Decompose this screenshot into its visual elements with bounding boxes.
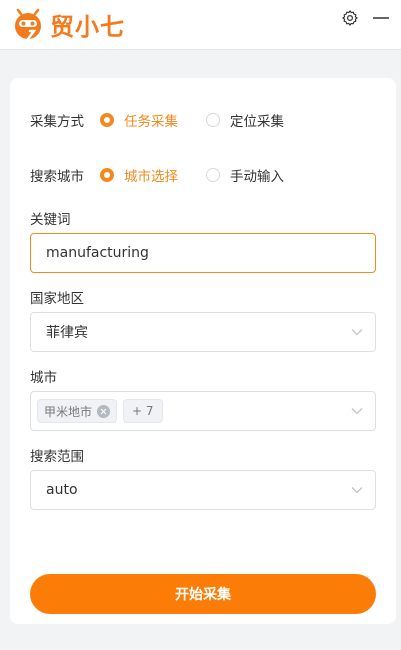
app-title: 贸小七 xyxy=(50,12,125,41)
country-select[interactable]: 菲律宾 xyxy=(30,312,376,352)
chevron-down-icon xyxy=(351,487,363,494)
radio-checked-icon[interactable] xyxy=(100,168,114,182)
range-value: auto xyxy=(46,482,78,498)
range-label: 搜索范围 xyxy=(30,449,84,465)
country-value: 菲律宾 xyxy=(46,325,88,341)
search-city-select-option[interactable]: 城市选择 xyxy=(100,165,178,185)
city-multiselect[interactable]: 甲米地市 + 7 xyxy=(30,391,376,431)
option-label: 城市选择 xyxy=(124,169,178,185)
radio-unchecked-icon[interactable] xyxy=(206,113,220,127)
gear-icon[interactable] xyxy=(341,9,359,27)
city-label: 城市 xyxy=(30,370,57,386)
tag-close-icon[interactable] xyxy=(97,404,111,418)
chevron-down-icon xyxy=(351,408,363,415)
city-tag: 甲米地市 xyxy=(37,399,118,423)
keyword-label: 关键词 xyxy=(30,212,71,228)
range-select[interactable]: auto xyxy=(30,470,376,510)
collect-mode-task-option[interactable]: 任务采集 xyxy=(100,110,178,130)
app-logo: 贸小七 xyxy=(12,4,125,44)
city-more-count: + 7 xyxy=(132,404,154,418)
search-city-label: 搜索城市 xyxy=(30,169,84,185)
city-tag-label: 甲米地市 xyxy=(44,404,93,419)
radio-checked-icon[interactable] xyxy=(100,113,114,127)
top-bar: 贸小七 xyxy=(0,0,401,50)
option-label: 手动输入 xyxy=(230,169,284,185)
minimize-icon[interactable] xyxy=(372,9,390,27)
keyword-input[interactable]: manufacturing xyxy=(30,233,376,273)
country-label: 国家地区 xyxy=(30,291,84,307)
radio-unchecked-icon[interactable] xyxy=(206,168,220,182)
collect-form-card: 采集方式 任务采集 定位采集 搜索城市 城市选择 手动输入 关键词 manufa… xyxy=(10,78,396,624)
collect-mode-label: 采集方式 xyxy=(30,114,84,130)
city-more-tag: + 7 xyxy=(123,399,163,423)
robot-logo-icon xyxy=(15,8,41,40)
search-city-manual-option[interactable]: 手动输入 xyxy=(206,165,284,185)
search-city-row: 搜索城市 城市选择 手动输入 xyxy=(30,165,312,185)
chevron-down-icon xyxy=(351,329,363,336)
start-collect-button[interactable]: 开始采集 xyxy=(30,574,376,614)
option-label: 定位采集 xyxy=(230,114,284,130)
collect-mode-row: 采集方式 任务采集 定位采集 xyxy=(30,110,312,130)
option-label: 任务采集 xyxy=(124,114,178,130)
collect-mode-locate-option[interactable]: 定位采集 xyxy=(206,110,284,130)
keyword-value: manufacturing xyxy=(46,245,149,261)
